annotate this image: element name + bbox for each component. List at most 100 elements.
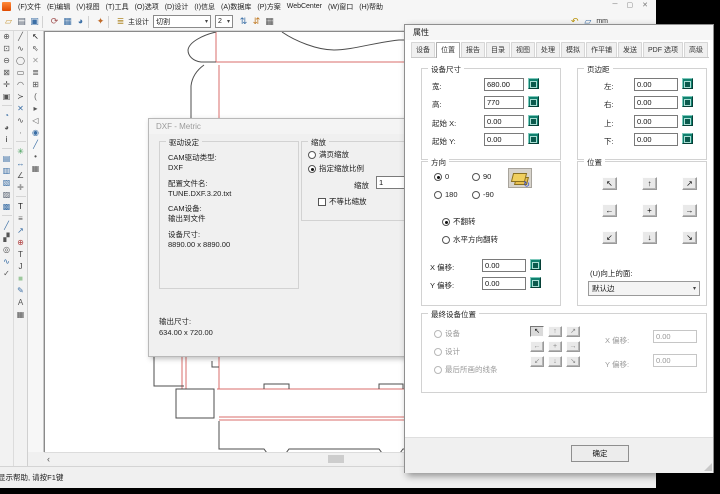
print-icon[interactable]: ▤ (15, 15, 28, 28)
anchor-top-right-button[interactable]: ↗ (682, 177, 697, 190)
close-icon[interactable]: ✕ (642, 1, 648, 9)
grid-cells-icon[interactable]: ▦ (30, 163, 42, 175)
final-anchor-center-button[interactable]: + (548, 341, 562, 352)
barcode-tool-icon[interactable]: ▦ (15, 309, 27, 321)
move-point-icon[interactable]: ✚ (15, 182, 27, 194)
anchor-bottom-right-button[interactable]: ↘ (682, 231, 697, 244)
tab-send[interactable]: 发送 (618, 42, 642, 57)
segment-tool-icon[interactable]: ∙ (15, 127, 27, 139)
horizontal-flip-radio[interactable]: 水平方向翻转 (442, 234, 498, 245)
output-sample-icon[interactable]: ▤ (1, 153, 13, 165)
margin-top-link-button[interactable] (682, 115, 693, 126)
margin-right-input[interactable] (634, 96, 678, 109)
anchor-bottom-button[interactable]: ↓ (642, 231, 657, 244)
strip-line-icon[interactable]: ╱ (1, 220, 13, 232)
label-ak-icon[interactable]: A (15, 297, 27, 309)
menu-file[interactable]: (F)文件 (15, 2, 44, 12)
save-icon[interactable]: ▣ (28, 15, 41, 28)
sphere-view-icon[interactable]: ◕ (74, 15, 87, 28)
tab-view[interactable]: 视图 (511, 42, 535, 57)
fill-tool-icon[interactable]: ■ (15, 273, 27, 285)
menu-database[interactable]: (A)数据库 (218, 2, 254, 12)
zoom-fit-icon[interactable]: ⊠ (1, 67, 13, 79)
width-input[interactable] (484, 78, 524, 91)
pan-hand-icon[interactable]: ✛ (1, 79, 13, 91)
dir-y-offset-input[interactable] (482, 277, 526, 290)
angle-minus90-radio[interactable]: -90 (472, 190, 494, 199)
delete-icon[interactable]: ✕ (30, 55, 42, 67)
output-counter-icon[interactable]: ▥ (1, 165, 13, 177)
grid-snap-icon[interactable]: ▦ (263, 15, 276, 28)
text-tool-icon[interactable]: T (15, 201, 27, 213)
final-anchor-top-right-button[interactable]: ↗ (566, 326, 580, 337)
start-y-input[interactable] (484, 133, 524, 146)
main-design-doc-icon[interactable]: ≣ (114, 15, 127, 28)
anchor-bottom-left-button[interactable]: ↙ (602, 231, 617, 244)
select-group-icon[interactable]: ⇖ (30, 43, 42, 55)
fit-page-radio[interactable]: 满页缩放 (308, 149, 349, 160)
angle-180-radio[interactable]: 180 (434, 190, 458, 199)
width-link-button[interactable] (528, 78, 539, 89)
tab-device[interactable]: 设备 (411, 42, 435, 57)
zoom-out-icon[interactable]: ⊖ (1, 55, 13, 67)
final-anchor-bottom-right-button[interactable]: ↘ (566, 356, 580, 367)
tab-position[interactable]: 位置 (436, 42, 460, 58)
margin-left-input[interactable] (634, 78, 678, 91)
scrollbar-thumb[interactable] (328, 455, 344, 463)
height-input[interactable] (484, 96, 524, 109)
tab-processing[interactable]: 处理 (536, 42, 560, 57)
start-x-input[interactable] (484, 115, 524, 128)
tab-directories[interactable]: 目录 (486, 42, 510, 57)
menu-tools[interactable]: (T)工具 (103, 2, 132, 12)
menu-window[interactable]: (W)窗口 (325, 2, 356, 12)
zoom-in-icon[interactable]: ⊕ (1, 31, 13, 43)
color-palette-icon[interactable]: ✦ (94, 15, 107, 28)
info-icon[interactable]: i (1, 134, 13, 146)
rotate-view-icon[interactable]: ◔ (1, 110, 13, 122)
ok-button[interactable]: 确定 (571, 445, 629, 462)
node-edit-icon[interactable]: ✳ (15, 146, 27, 158)
tri-left-icon[interactable]: ◁ (30, 115, 42, 127)
tab-advanced[interactable]: 高级 (684, 42, 708, 57)
orbit-view-icon[interactable]: ◕ (1, 122, 13, 134)
pencil-clip-icon[interactable]: ✎ (15, 285, 27, 297)
copy-plus-icon[interactable]: ⊞ (30, 79, 42, 91)
layer-order-icon[interactable]: ⇵ (250, 15, 263, 28)
margin-top-input[interactable] (634, 115, 678, 128)
line-blue-icon[interactable]: ╱ (30, 139, 42, 151)
restore-icon[interactable]: ▢ (627, 1, 634, 9)
wheel-tool-icon[interactable]: ⊕ (15, 237, 27, 249)
properties-dialog-title[interactable]: 属性 (405, 25, 713, 40)
mirror-tool-icon[interactable]: ✕ (15, 103, 27, 115)
scroll-left-icon[interactable]: ‹ (47, 453, 50, 465)
zoom-window-icon[interactable]: ⊡ (1, 43, 13, 55)
eye-view-icon[interactable]: ◉ (30, 127, 42, 139)
output-plot-icon[interactable]: ▧ (1, 177, 13, 189)
final-last-line-radio[interactable]: 最后所画的线条 (434, 364, 498, 375)
anchor-center-button[interactable]: + (642, 204, 657, 217)
margin-bottom-link-button[interactable] (682, 133, 693, 144)
select-arrow-icon[interactable]: ↖ (30, 31, 42, 43)
angle-0-radio[interactable]: 0 (434, 172, 449, 181)
wave-tool-icon[interactable]: ∿ (15, 115, 27, 127)
refresh-rebuild-icon[interactable]: ⟳ (48, 15, 61, 28)
menu-edit[interactable]: (E)编辑 (44, 2, 73, 12)
dir-y-offset-link-button[interactable] (530, 277, 541, 288)
menu-options[interactable]: (O)选项 (132, 2, 162, 12)
minimize-icon[interactable]: ─ (613, 1, 618, 9)
polyline-tool-icon[interactable]: ≻ (15, 91, 27, 103)
line-tool-icon[interactable]: ╱ (15, 31, 27, 43)
angle-90-radio[interactable]: 90 (472, 172, 491, 181)
flag-mark-icon[interactable]: ▸ (30, 103, 42, 115)
no-flip-radio[interactable]: 不翻转 (442, 216, 476, 227)
final-anchor-bottom-left-button[interactable]: ↙ (530, 356, 544, 367)
anchor-top-left-button[interactable]: ↖ (602, 177, 617, 190)
paragraph-tool-icon[interactable]: ≡ (15, 213, 27, 225)
tab-reports[interactable]: 报告 (461, 42, 485, 57)
final-anchor-left-button[interactable]: ← (530, 341, 544, 352)
menu-project[interactable]: (P)方案 (254, 2, 283, 12)
height-link-button[interactable] (528, 96, 539, 107)
menu-help[interactable]: (H)帮助 (356, 2, 386, 12)
final-anchor-top-button[interactable]: ↑ (548, 326, 562, 337)
resize-grip[interactable] (704, 463, 712, 471)
